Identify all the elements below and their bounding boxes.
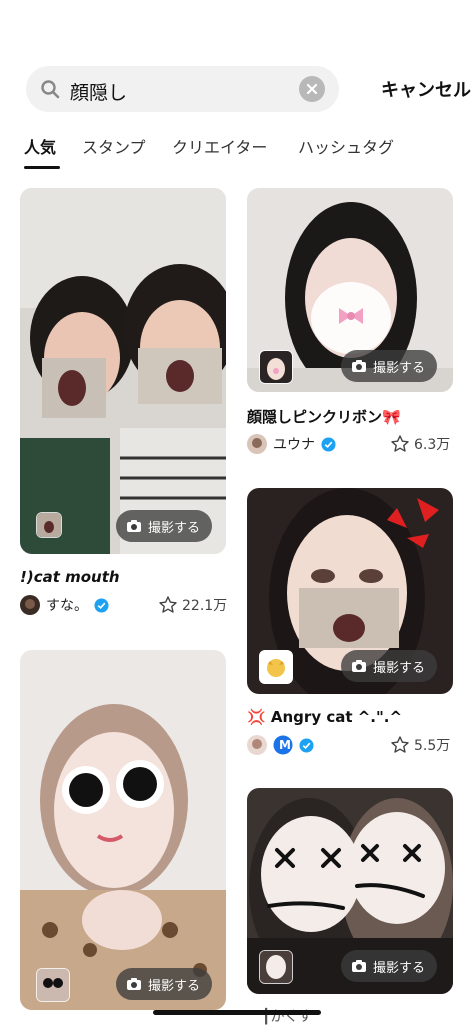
tab-popular[interactable]: 人気: [24, 134, 56, 158]
avatar: [20, 595, 40, 615]
camera-icon: [127, 978, 141, 990]
verified-badge-icon: [299, 737, 314, 753]
effect-icon: [259, 950, 293, 984]
avatar: [247, 434, 267, 454]
active-tab-indicator: [24, 166, 60, 169]
author-name: M: [279, 738, 291, 752]
close-icon: [306, 83, 318, 95]
effect-card-pink-ribbon[interactable]: 撮影する: [247, 188, 453, 392]
camera-icon: [352, 960, 366, 972]
home-indicator[interactable]: [153, 1010, 321, 1015]
camera-icon: [127, 520, 141, 532]
shoot-button[interactable]: 撮影する: [341, 350, 438, 382]
favorite-count-value: 5.5万: [414, 738, 451, 754]
effect-title[interactable]: !)cat mouth: [20, 568, 120, 586]
author-name: ユウナ: [273, 437, 315, 453]
verified-badge-icon: [94, 597, 109, 613]
camera-icon: [352, 360, 366, 372]
avatar: [247, 735, 267, 755]
search-row: 顔隠し キャンセル: [26, 66, 473, 112]
favorite-count[interactable]: 5.5万: [390, 735, 450, 755]
effect-author[interactable]: すな。: [20, 594, 109, 616]
shoot-label: 撮影する: [373, 960, 426, 976]
effect-author[interactable]: ユウナ: [247, 433, 336, 455]
shoot-button[interactable]: 撮影する: [116, 968, 213, 1000]
star-icon: [391, 435, 409, 452]
clear-search-button[interactable]: [299, 76, 325, 102]
search-input[interactable]: 顔隠し: [70, 78, 127, 105]
shoot-label: 撮影する: [373, 660, 426, 676]
shoot-label: 撮影する: [373, 360, 426, 376]
search-box[interactable]: 顔隠し: [26, 66, 339, 112]
effect-icon: [259, 650, 293, 684]
effect-icon: [36, 512, 62, 538]
effect-icon: [259, 350, 293, 384]
effect-author[interactable]: M: [247, 734, 314, 756]
verified-badge-icon: [321, 436, 336, 452]
shoot-label: 撮影する: [148, 520, 201, 536]
tab-creators[interactable]: クリエイター: [172, 134, 267, 158]
favorite-count[interactable]: 6.3万: [390, 434, 450, 454]
effect-title[interactable]: 顔隠しピンクリボン🎀: [247, 406, 401, 427]
effect-card-x-eyes[interactable]: 撮影する: [247, 788, 453, 994]
effect-card-angry-cat[interactable]: 撮影する: [247, 488, 453, 694]
search-icon: [41, 80, 60, 99]
star-icon: [391, 736, 409, 753]
shoot-button[interactable]: 撮影する: [341, 650, 438, 682]
effect-icon: [36, 968, 70, 1002]
effect-card-sunglasses[interactable]: 撮影する: [20, 650, 226, 1010]
cancel-button[interactable]: キャンセル: [381, 76, 471, 102]
effect-preview-image: [20, 650, 226, 1010]
star-icon: [159, 596, 177, 613]
favorite-count-value: 22.1万: [182, 598, 228, 614]
tab-hashtags[interactable]: ハッシュタグ: [298, 134, 394, 158]
shoot-label: 撮影する: [148, 978, 201, 994]
author-name: すな。: [46, 598, 88, 614]
shoot-button[interactable]: 撮影する: [116, 510, 213, 542]
effect-title-peek: ┃かくす: [262, 1009, 313, 1025]
shoot-button[interactable]: 撮影する: [341, 950, 438, 982]
favorite-count[interactable]: 22.1万: [158, 595, 227, 615]
effect-card-cat-mouth[interactable]: 撮影する: [20, 188, 226, 554]
tab-stamps[interactable]: スタンプ: [82, 134, 146, 158]
camera-icon: [352, 660, 366, 672]
favorite-count-value: 6.3万: [414, 437, 451, 453]
effect-title[interactable]: 💢 Angry cat ^.".^: [247, 708, 402, 726]
effect-preview-image: [20, 188, 226, 554]
